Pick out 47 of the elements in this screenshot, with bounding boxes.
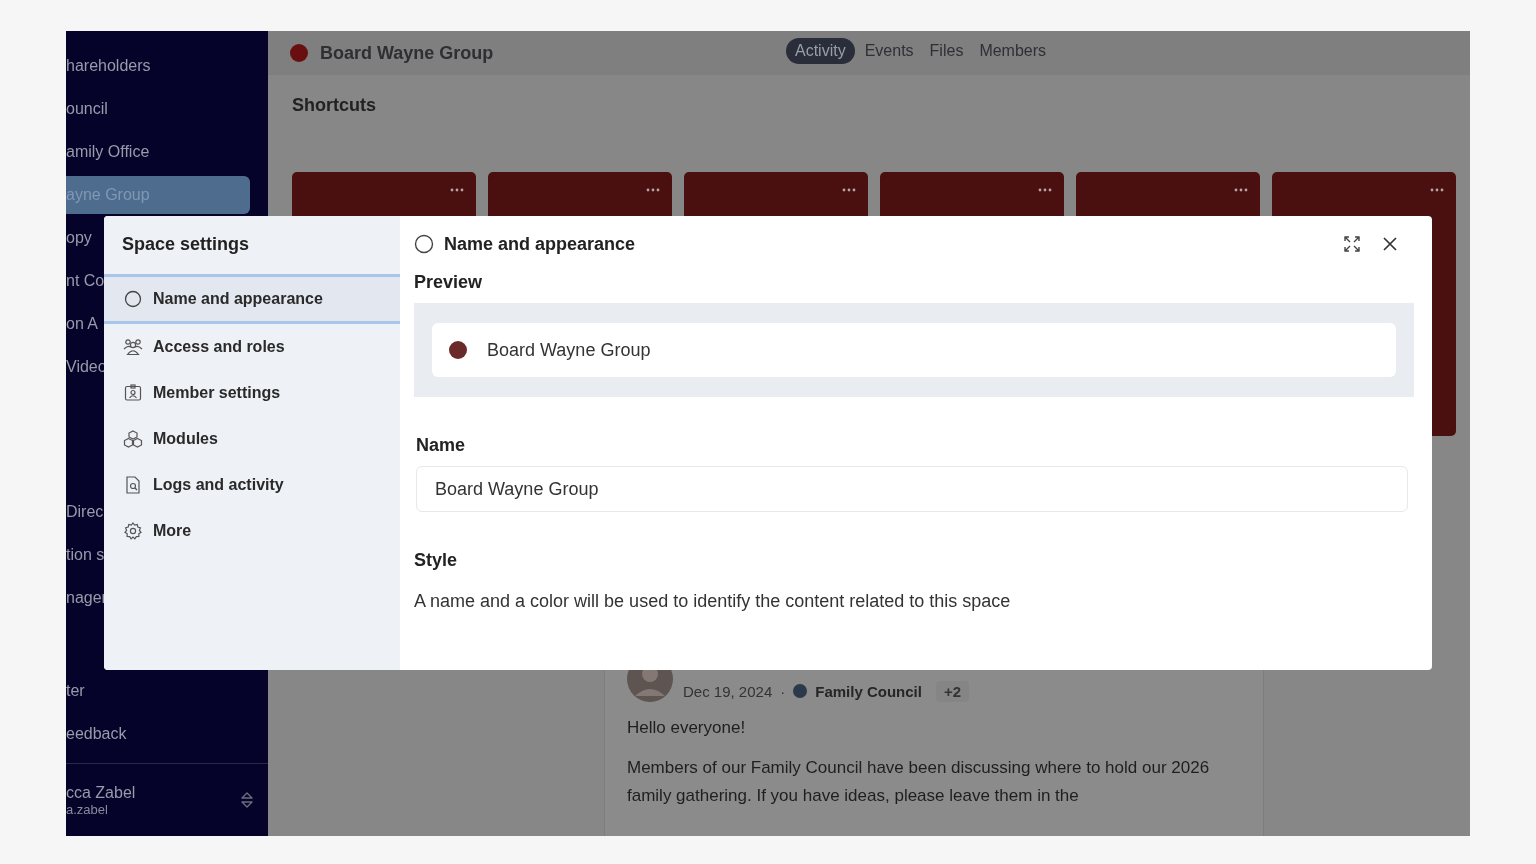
people-icon <box>123 338 143 356</box>
id-badge-icon <box>123 384 143 402</box>
chevron-updown-icon[interactable] <box>240 790 254 810</box>
settings-nav-item[interactable]: Access and roles <box>104 324 400 370</box>
sidebar-item[interactable]: hareholders <box>66 47 250 85</box>
user-name: cca Zabel <box>66 783 136 802</box>
circle-icon <box>123 290 143 308</box>
document-search-icon <box>123 476 143 494</box>
post-text: Hello everyone! <box>627 717 747 739</box>
section-title: Shortcuts <box>292 95 377 116</box>
settings-nav-item[interactable]: Modules <box>104 416 400 462</box>
user-email: a.zabel <box>66 801 109 817</box>
settings-nav-item[interactable]: Name and appearance <box>104 274 400 324</box>
more-icon[interactable] <box>842 188 856 192</box>
sidebar-item[interactable]: ouncil <box>66 90 250 128</box>
space-title: Board Wayne Group <box>320 42 494 64</box>
separator: · <box>780 682 786 700</box>
more-icon[interactable] <box>450 188 464 192</box>
more-icon[interactable] <box>1038 188 1052 192</box>
preview-name: Board Wayne Group <box>487 339 651 361</box>
close-icon[interactable] <box>1382 236 1398 252</box>
space-dot-icon <box>290 44 308 62</box>
style-description: A name and a color will be used to identify the content related to this space <box>414 591 1012 612</box>
settings-nav-item[interactable]: Logs and activity <box>104 462 400 508</box>
space-tag[interactable]: Family Council <box>815 682 922 700</box>
expand-icon[interactable] <box>1344 236 1360 252</box>
settings-nav-item[interactable]: Member settings <box>104 370 400 416</box>
circle-icon <box>414 234 434 254</box>
dialog-title: Space settings <box>121 233 251 256</box>
sidebar-item[interactable]: ter <box>66 672 250 710</box>
settings-nav-item[interactable]: More <box>104 508 400 554</box>
field-label: Style <box>414 550 459 571</box>
name-input[interactable]: Board Wayne Group <box>416 466 1408 512</box>
tab[interactable]: Activity <box>786 38 855 64</box>
more-icon[interactable] <box>1234 188 1248 192</box>
more-icon[interactable] <box>1430 188 1444 192</box>
post-text: Members of our Family Council have been discussing where to hold our 2026 family gathering. If you have ideas, please leave them in the <box>627 757 1211 807</box>
panel-title: Name and appearance <box>444 233 636 255</box>
sidebar-item[interactable]: amily Office <box>66 133 250 171</box>
field-label: Name <box>416 435 467 456</box>
blocks-icon <box>123 430 143 448</box>
sidebar-item[interactable]: eedback <box>66 715 250 753</box>
settings-icon <box>123 522 143 540</box>
more-icon[interactable] <box>646 188 660 192</box>
post-date: Dec 19, 2024 <box>683 682 773 700</box>
space-dot-icon <box>449 341 467 359</box>
preview-label: Preview <box>414 272 484 293</box>
